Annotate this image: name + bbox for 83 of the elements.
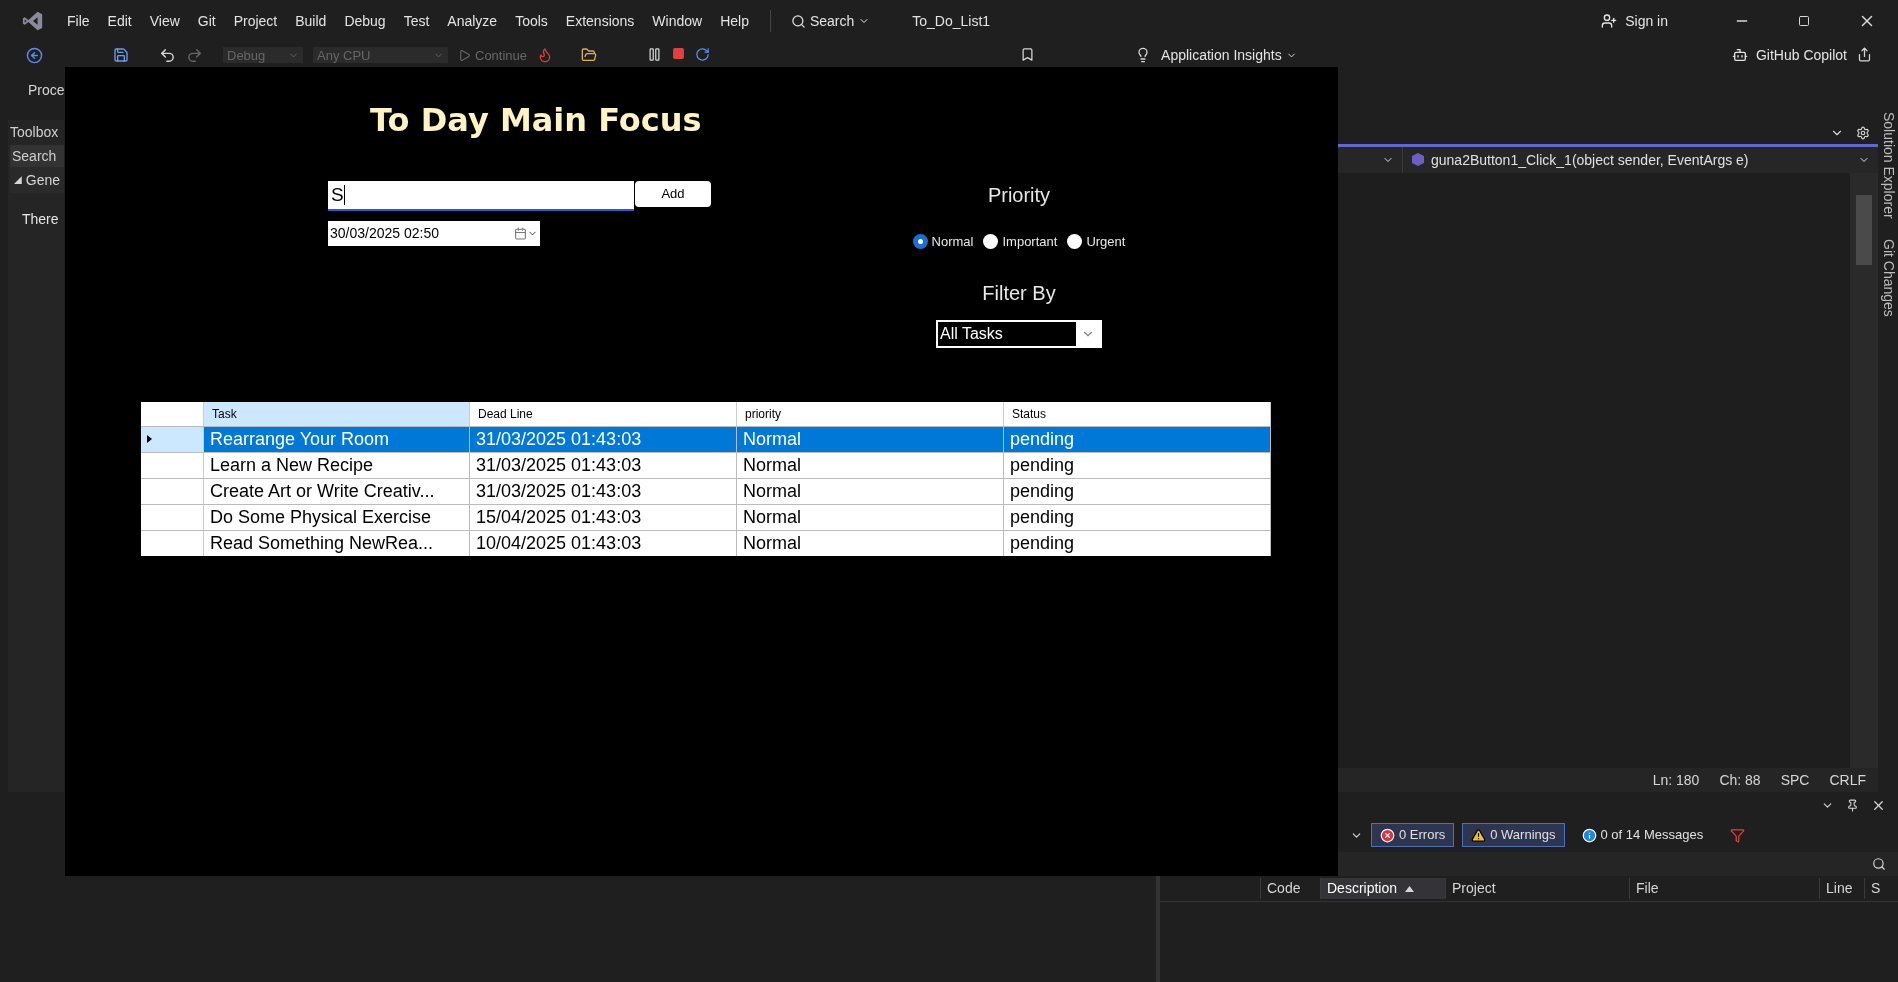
copilot-button[interactable]: GitHub Copilot <box>1731 47 1847 63</box>
play-icon <box>458 48 471 62</box>
side-tab[interactable]: Solution Explorer <box>1878 112 1898 219</box>
table-row[interactable]: Create Art or Write Creativ... 31/03/2025 01:43:03 Normal pending <box>141 477 1271 504</box>
redo-icon[interactable] <box>186 47 203 64</box>
settings-icon[interactable] <box>1856 126 1870 140</box>
group-label: Gene <box>25 170 60 190</box>
filter-dropdown[interactable]: All Tasks <box>936 319 1102 348</box>
restore-icon[interactable] <box>1798 15 1810 27</box>
search-icon[interactable] <box>1872 857 1886 871</box>
robot-icon <box>1731 47 1748 63</box>
person-icon <box>1601 13 1618 29</box>
toolbox-group[interactable]: Gene <box>10 167 64 193</box>
calendar-icon <box>514 227 527 240</box>
toolbar-label: Proce <box>28 80 65 100</box>
table-row[interactable]: Learn a New Recipe 31/03/2025 01:43:03 Normal pending <box>141 451 1271 478</box>
column-header[interactable]: Task <box>204 401 470 426</box>
side-tab[interactable]: Git Changes <box>1878 238 1898 317</box>
pin-icon[interactable] <box>1846 798 1859 812</box>
error-icon <box>1380 827 1395 843</box>
current-row-icon <box>147 435 152 443</box>
menu-item[interactable]: Test <box>394 10 439 32</box>
menu-item[interactable]: File <box>58 10 99 32</box>
column-header[interactable]: Description <box>1320 878 1445 899</box>
table-cell: Normal <box>737 426 1004 452</box>
filter-toggle[interactable]: 0 Errors <box>1371 823 1455 847</box>
filter-icon[interactable] <box>1730 827 1746 843</box>
expand-icon[interactable] <box>14 176 22 184</box>
menu-item[interactable]: Git <box>188 10 225 32</box>
status-item[interactable]: SPC <box>1780 769 1810 791</box>
menu-item[interactable]: Tools <box>506 10 557 32</box>
table-cell: Rearrange Your Room <box>204 426 470 452</box>
menu-item[interactable]: Build <box>286 10 336 32</box>
toolbox-message: There <box>21 210 60 229</box>
priority-radio[interactable]: Normal <box>912 232 974 252</box>
table-cell: 31/03/2025 01:43:03 <box>470 426 737 452</box>
priority-radio[interactable]: Urgent <box>1067 232 1126 252</box>
table-row[interactable]: Do Some Physical Exercise 15/04/2025 01:43:03 Normal pending <box>141 503 1271 530</box>
scrollbar[interactable] <box>1850 173 1878 768</box>
status-item[interactable]: Ln: 180 <box>1652 769 1700 791</box>
table-row[interactable]: Rearrange Your Room 31/03/2025 01:43:03 Normal pending <box>141 425 1271 452</box>
task-input[interactable]: S <box>328 181 634 211</box>
search-icon <box>790 13 806 29</box>
panel-title: Toolbox <box>9 123 60 142</box>
pause-icon[interactable] <box>647 47 663 62</box>
warning-icon <box>1471 827 1487 843</box>
add-button[interactable]: Add <box>635 181 711 207</box>
sort-ascending-icon <box>1405 885 1415 892</box>
undo-icon[interactable] <box>159 47 176 64</box>
date-picker[interactable]: 30/03/2025 02:50 <box>328 221 540 246</box>
menu-item[interactable]: Project <box>224 10 287 32</box>
save-icon[interactable] <box>113 47 129 63</box>
filter-toggle[interactable]: 0 Warnings <box>1462 823 1565 847</box>
menu-item[interactable]: Extensions <box>556 10 644 32</box>
menu-item[interactable]: View <box>140 10 189 32</box>
back-icon[interactable] <box>26 47 43 64</box>
stop-icon[interactable] <box>672 47 686 60</box>
priority-label: Priority <box>987 183 1051 208</box>
status-item[interactable]: CRLF <box>1829 769 1866 791</box>
menu-item[interactable]: Edit <box>98 10 141 32</box>
app-logo-icon <box>22 10 44 32</box>
method-icon <box>1411 152 1427 168</box>
solution-name: To_Do_List1 <box>912 11 991 31</box>
menu-item[interactable]: Help <box>711 10 758 32</box>
table-cell: pending <box>1004 426 1271 452</box>
status-item[interactable]: Ch: 88 <box>1719 769 1761 791</box>
toolbox-search-field[interactable]: Search <box>10 145 64 167</box>
filter-label: Filter By <box>982 280 1056 306</box>
restart-icon[interactable] <box>695 47 711 62</box>
folder-icon[interactable] <box>581 47 598 63</box>
application-insights-button[interactable]: Application Insights <box>1161 47 1297 63</box>
sign-in-button[interactable]: Sign in <box>1601 10 1668 32</box>
info-icon <box>1581 827 1597 843</box>
bookmark-icon[interactable] <box>1020 47 1036 62</box>
share-icon[interactable] <box>1857 47 1872 62</box>
menu-item[interactable]: Debug <box>335 10 395 32</box>
priority-radio[interactable]: Important <box>983 232 1058 252</box>
menu-item[interactable]: Window <box>643 10 712 32</box>
search-button[interactable]: Search <box>782 10 879 32</box>
menu-item[interactable]: Analyze <box>438 10 507 32</box>
app-title: To Day Main Focus <box>370 100 702 141</box>
filter-toggle[interactable]: 0 of 14 Messages <box>1572 823 1713 847</box>
table-row[interactable]: Read Something NewRea... 10/04/2025 01:43:03 Normal pending <box>141 529 1271 556</box>
